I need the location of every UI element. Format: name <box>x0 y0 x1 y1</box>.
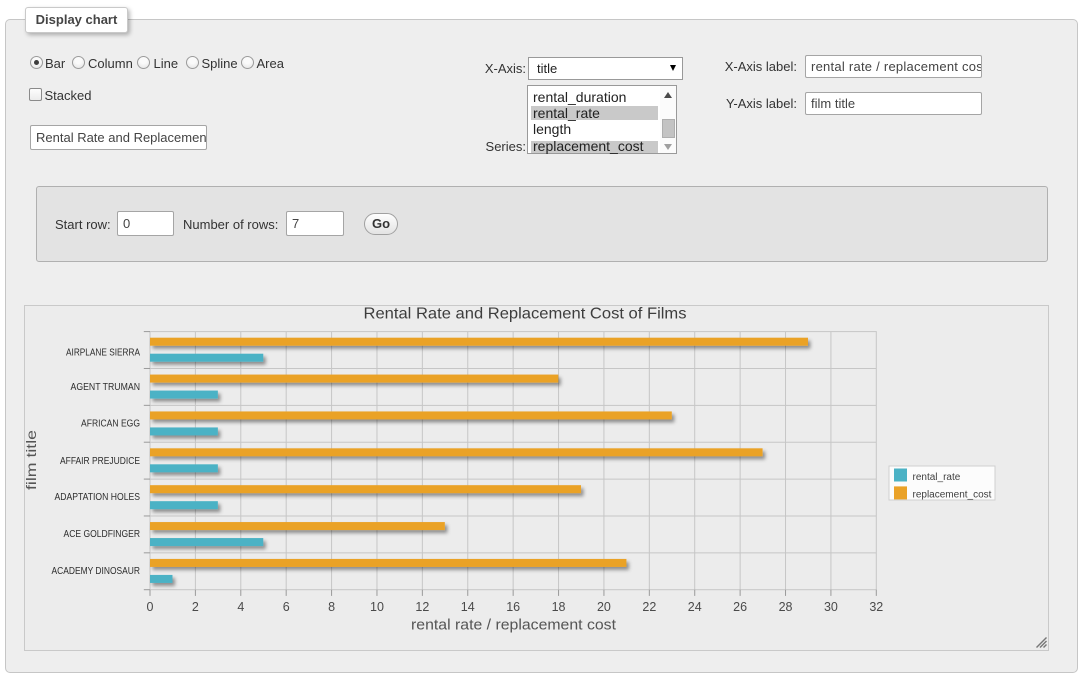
svg-text:20: 20 <box>597 600 611 614</box>
svg-text:14: 14 <box>461 600 475 614</box>
svg-text:22: 22 <box>642 600 656 614</box>
svg-text:12: 12 <box>415 600 429 614</box>
svg-text:film title: film title <box>24 430 39 490</box>
svg-text:28: 28 <box>779 600 793 614</box>
svg-text:16: 16 <box>506 600 520 614</box>
svg-text:ACE GOLDFINGER: ACE GOLDFINGER <box>64 529 141 540</box>
svg-text:24: 24 <box>688 600 702 614</box>
svg-text:AIRPLANE SIERRA: AIRPLANE SIERRA <box>66 347 140 358</box>
svg-text:18: 18 <box>552 600 566 614</box>
svg-text:6: 6 <box>283 600 290 614</box>
svg-text:rental rate / replacement cost: rental rate / replacement cost <box>411 617 617 634</box>
svg-text:AFFAIR PREJUDICE: AFFAIR PREJUDICE <box>60 456 140 467</box>
svg-text:8: 8 <box>328 600 335 614</box>
svg-text:rental_rate: rental_rate <box>913 472 961 483</box>
svg-text:4: 4 <box>237 600 244 614</box>
svg-text:ADAPTATION HOLES: ADAPTATION HOLES <box>55 492 141 503</box>
svg-text:30: 30 <box>824 600 838 614</box>
svg-text:AFRICAN EGG: AFRICAN EGG <box>81 418 140 429</box>
svg-text:replacement_cost: replacement_cost <box>913 490 992 501</box>
svg-text:ACADEMY DINOSAUR: ACADEMY DINOSAUR <box>52 566 141 577</box>
svg-text:32: 32 <box>869 600 883 614</box>
svg-text:0: 0 <box>147 600 154 614</box>
svg-text:2: 2 <box>192 600 199 614</box>
svg-text:26: 26 <box>733 600 747 614</box>
svg-text:AGENT TRUMAN: AGENT TRUMAN <box>71 382 141 393</box>
svg-text:Rental Rate and Replacement Co: Rental Rate and Replacement Cost of Film… <box>364 306 687 323</box>
svg-text:10: 10 <box>370 600 384 614</box>
